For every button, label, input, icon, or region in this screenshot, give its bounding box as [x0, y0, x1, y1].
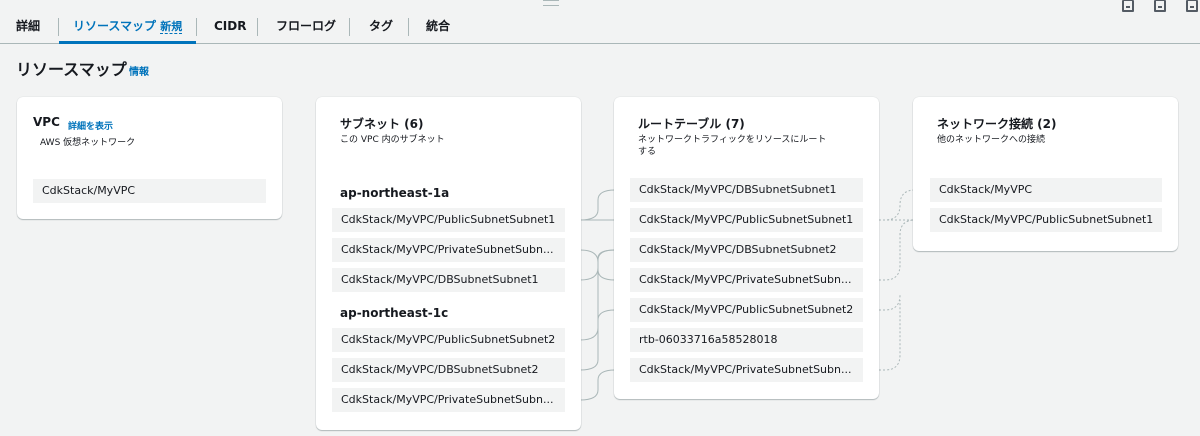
- drag-handle-icon[interactable]: [543, 0, 559, 6]
- tab-divider: [257, 18, 258, 36]
- subnets-card: サブネット (6) この VPC 内のサブネット ap-northeast-1a…: [316, 97, 581, 430]
- subnet-item[interactable]: CdkStack/MyVPC/PublicSubnetSubnet1: [332, 208, 565, 232]
- tab-label: タグ: [369, 19, 394, 33]
- az-label: ap-northeast-1c: [340, 306, 449, 320]
- network-card-description: 他のネットワークへの接続: [937, 135, 1046, 145]
- route-table-item[interactable]: rtb-06033716a58528018: [630, 328, 863, 352]
- network-card-title: ネットワーク接続 (2): [937, 117, 1057, 131]
- new-badge: 新規: [160, 20, 183, 34]
- tab-divider: [196, 18, 197, 36]
- vpc-card-title: VPC: [33, 115, 60, 129]
- page-title: リソースマップ: [16, 60, 127, 79]
- network-item[interactable]: CdkStack/MyVPC/PublicSubnetSubnet1: [930, 208, 1162, 232]
- network-item[interactable]: CdkStack/MyVPC: [930, 178, 1162, 202]
- vpc-detail-link[interactable]: 詳細を表示: [68, 119, 113, 132]
- subnets-card-description: この VPC 内のサブネット: [340, 135, 445, 145]
- tab-tags[interactable]: タグ: [365, 9, 397, 44]
- route-table-item[interactable]: CdkStack/MyVPC/PublicSubnetSubnet2: [630, 298, 863, 322]
- tab-label: 統合: [426, 19, 451, 33]
- route-tables-card-description: ネットワークトラフィックをリソースにルート: [638, 135, 827, 145]
- route-tables-card-description: する: [638, 147, 657, 157]
- route-tables-card: ルートテーブル (7) ネットワークトラフィックをリソースにルート する Cdk…: [614, 97, 879, 399]
- tab-cidr[interactable]: CIDR: [210, 9, 250, 44]
- tab-resource-map[interactable]: リソースマップ 新規: [59, 9, 197, 44]
- subnet-item[interactable]: CdkStack/MyVPC/PrivateSubnetSubn...: [332, 238, 565, 262]
- route-table-item[interactable]: CdkStack/MyVPC/PublicSubnetSubnet1: [630, 208, 863, 232]
- tab-label: フローログ: [276, 19, 337, 33]
- subnet-item[interactable]: CdkStack/MyVPC/PrivateSubnetSubn...: [332, 388, 565, 412]
- subnet-item[interactable]: CdkStack/MyVPC/DBSubnetSubnet2: [332, 358, 565, 382]
- subnet-item[interactable]: CdkStack/MyVPC/PublicSubnetSubnet2: [332, 328, 565, 352]
- network-connections-card: ネットワーク接続 (2) 他のネットワークへの接続 CdkStack/MyVPC…: [913, 97, 1178, 251]
- tab-divider: [408, 18, 409, 36]
- az-label: ap-northeast-1a: [340, 186, 450, 200]
- subnets-card-title: サブネット (6): [340, 117, 424, 131]
- tab-label: CIDR: [214, 19, 247, 33]
- route-table-item[interactable]: CdkStack/MyVPC/DBSubnetSubnet1: [630, 178, 863, 202]
- route-table-item[interactable]: CdkStack/MyVPC/DBSubnetSubnet2: [630, 238, 863, 262]
- tab-integrations[interactable]: 統合: [422, 9, 454, 44]
- tab-divider: [349, 18, 350, 36]
- vpc-card-description: AWS 仮想ネットワーク: [40, 138, 136, 148]
- vpc-item[interactable]: CdkStack/MyVPC: [33, 179, 266, 203]
- tab-bar: 詳細 リソースマップ 新規 CIDR フローログ タグ 統合: [0, 9, 1200, 44]
- route-tables-card-title: ルートテーブル (7): [638, 117, 745, 131]
- subnet-item[interactable]: CdkStack/MyVPC/DBSubnetSubnet1: [332, 268, 565, 292]
- tab-flow-logs[interactable]: フローログ: [272, 9, 340, 44]
- tab-label: リソースマップ: [73, 19, 157, 33]
- route-table-item[interactable]: CdkStack/MyVPC/PrivateSubnetSubn...: [630, 268, 863, 292]
- vpc-card: VPC 詳細を表示 AWS 仮想ネットワーク CdkStack/MyVPC: [17, 97, 282, 219]
- route-table-item[interactable]: CdkStack/MyVPC/PrivateSubnetSubn...: [630, 358, 863, 382]
- tab-details[interactable]: 詳細: [12, 9, 44, 44]
- info-link[interactable]: 情報: [129, 63, 149, 78]
- tab-label: 詳細: [16, 19, 41, 33]
